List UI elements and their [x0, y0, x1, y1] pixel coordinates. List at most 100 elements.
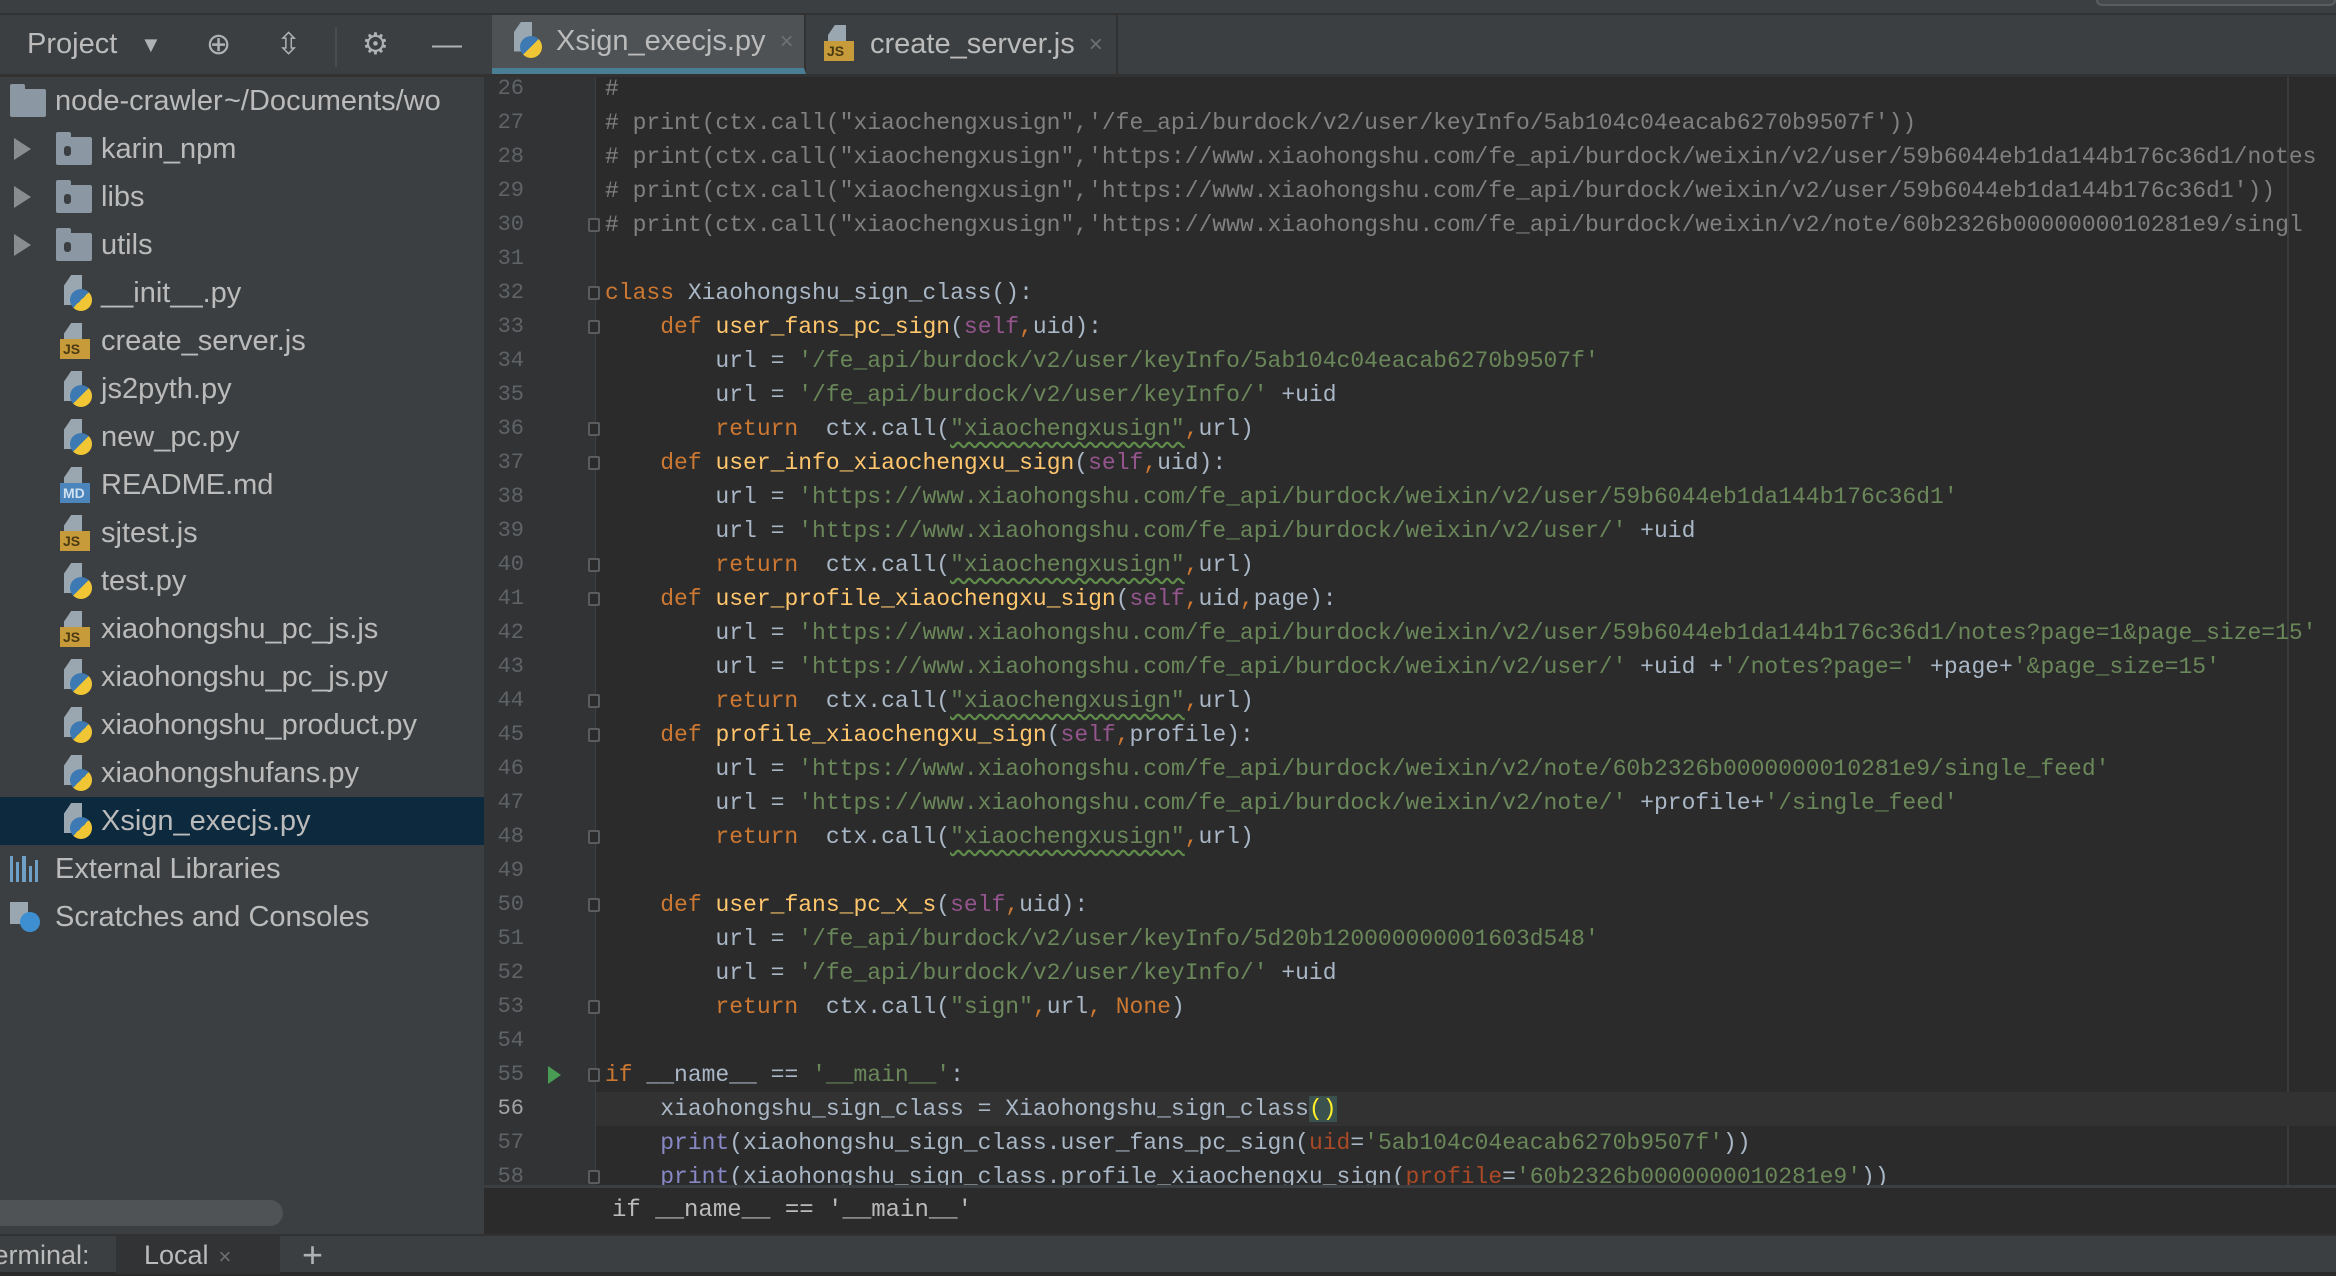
code-line[interactable]: # print(ctx.call("xiaochengxusign",'/fe_… — [605, 106, 1916, 140]
code-line[interactable]: url = '/fe_api/burdock/v2/user/keyInfo/5… — [605, 344, 1598, 378]
code-line[interactable]: def user_fans_pc_sign(self,uid): — [605, 310, 1102, 344]
code-line[interactable]: url = 'https://www.xiaohongshu.com/fe_ap… — [605, 480, 1957, 514]
close-icon[interactable]: × — [1089, 31, 1103, 59]
py-file-icon — [60, 803, 92, 839]
tab-create-server[interactable]: JS create_server.js × — [806, 15, 1118, 74]
line-number: 48 — [497, 824, 524, 849]
fold-marker-icon[interactable] — [588, 320, 600, 334]
tree-item[interactable]: xiaohongshufans.py — [0, 749, 484, 797]
horizontal-scrollbar[interactable] — [0, 1200, 283, 1226]
code-token: "xiaochengxusign" — [950, 416, 1185, 442]
tree-item[interactable]: JS xiaohongshu_pc_js.js — [0, 605, 484, 653]
code-line[interactable]: def user_fans_pc_x_s(self,uid): — [605, 888, 1088, 922]
code-line[interactable]: print(xiaohongshu_sign_class.user_fans_p… — [605, 1126, 1750, 1160]
code-token: return — [715, 552, 799, 578]
fold-marker-icon[interactable] — [588, 456, 600, 470]
code-line[interactable]: # print(ctx.call("xiaochengxusign",'http… — [605, 208, 2303, 242]
code-line[interactable]: return ctx.call("xiaochengxusign",url) — [605, 412, 1253, 446]
code-line[interactable]: # print(ctx.call("xiaochengxusign",'http… — [605, 140, 2316, 174]
fold-marker-icon[interactable] — [588, 422, 600, 436]
code-line[interactable]: def user_info_xiaochengxu_sign(self,uid)… — [605, 446, 1226, 480]
code-token: ( — [1115, 586, 1130, 612]
fold-marker-icon[interactable] — [588, 1068, 600, 1082]
code-line[interactable]: url = 'https://www.xiaohongshu.com/fe_ap… — [605, 650, 2220, 684]
code-token: profile_xiaochengxu_sign — [715, 722, 1047, 748]
close-icon[interactable]: × — [219, 1244, 232, 1269]
code-line[interactable]: url = 'https://www.xiaohongshu.com/fe_ap… — [605, 616, 2316, 650]
fold-marker-icon[interactable] — [588, 1000, 600, 1014]
tree-item[interactable]: utils — [0, 221, 484, 269]
tree-item[interactable]: test.py — [0, 557, 484, 605]
tree-item[interactable]: karin_npm — [0, 125, 484, 173]
minimize-icon[interactable]: — — [432, 29, 462, 61]
code-line[interactable]: url = '/fe_api/burdock/v2/user/keyInfo/5… — [605, 922, 1598, 956]
fold-marker-icon[interactable] — [588, 218, 600, 232]
code-line[interactable]: return ctx.call("xiaochengxusign",url) — [605, 820, 1253, 854]
terminal-tab-local[interactable]: Local × — [116, 1236, 280, 1274]
toolbar-button[interactable] — [2096, 0, 2336, 6]
tree-item[interactable]: Xsign_execjs.py — [0, 797, 484, 845]
expand-arrow-icon[interactable] — [14, 234, 31, 256]
close-icon[interactable]: × — [780, 28, 794, 56]
tree-item[interactable]: JS sjtest.js — [0, 509, 484, 557]
tree-item-label: js2pyth.py — [101, 372, 232, 405]
project-view-selector[interactable]: Project — [27, 28, 117, 61]
breadcrumb[interactable]: if __name__ == '__main__' — [484, 1185, 2336, 1234]
code-editor[interactable]: 26 #27 # print(ctx.call("xiaochengxusign",… — [484, 77, 2336, 1185]
code-line[interactable]: xiaohongshu_sign_class = Xiaohongshu_sig… — [605, 1092, 1337, 1126]
code-line[interactable]: # — [605, 77, 619, 106]
line-number: 45 — [497, 722, 524, 747]
gear-icon[interactable]: ⚙ — [362, 29, 389, 61]
fold-marker-icon[interactable] — [588, 830, 600, 844]
code-line[interactable]: url = 'https://www.xiaohongshu.com/fe_ap… — [605, 514, 1695, 548]
fold-marker-icon[interactable] — [588, 592, 600, 606]
tree-item[interactable]: External Libraries — [0, 845, 484, 893]
collapse-all-icon[interactable]: ⇳ — [276, 29, 301, 61]
code-token: , — [1143, 450, 1158, 476]
fold-marker-icon[interactable] — [588, 558, 600, 572]
fold-marker-icon[interactable] — [588, 1170, 600, 1184]
tree-item[interactable]: js2pyth.py — [0, 365, 484, 413]
tree-item[interactable]: Scratches and Consoles — [0, 893, 484, 941]
expand-arrow-icon[interactable] — [14, 138, 31, 160]
chevron-down-icon[interactable]: ▼ — [140, 29, 162, 61]
tree-item[interactable]: xiaohongshu_pc_js.py — [0, 653, 484, 701]
fold-marker-icon[interactable] — [588, 694, 600, 708]
tree-item[interactable]: new_pc.py — [0, 413, 484, 461]
code-line[interactable]: return ctx.call("sign",url, None) — [605, 990, 1184, 1024]
tree-item[interactable]: MD README.md — [0, 461, 484, 509]
tree-item[interactable]: xiaohongshu_product.py — [0, 701, 484, 749]
locate-crosshair-icon[interactable]: ⊕ — [206, 29, 231, 61]
fold-marker-icon[interactable] — [588, 728, 600, 742]
code-line[interactable]: return ctx.call("xiaochengxusign",url) — [605, 548, 1253, 582]
tree-item[interactable]: node-crawler ~/Documents/wo — [0, 77, 484, 125]
tree-item[interactable]: JS create_server.js — [0, 317, 484, 365]
code-line[interactable]: return ctx.call("xiaochengxusign",url) — [605, 684, 1253, 718]
expand-arrow-icon[interactable] — [14, 186, 31, 208]
fold-marker-icon[interactable] — [588, 286, 600, 300]
tree-item[interactable]: libs — [0, 173, 484, 221]
code-line[interactable]: url = 'https://www.xiaohongshu.com/fe_ap… — [605, 752, 2109, 786]
code-token: uid): — [1019, 892, 1089, 918]
code-line[interactable]: # print(ctx.call("xiaochengxusign",'http… — [605, 174, 2275, 208]
code-line[interactable]: print(xiaohongshu_sign_class.profile_xia… — [605, 1160, 1888, 1185]
tab-xsign-execjs[interactable]: Xsign_execjs.py × — [492, 15, 806, 74]
code-line[interactable]: def user_profile_xiaochengxu_sign(self,u… — [605, 582, 1336, 616]
code-token: uid): — [1032, 314, 1102, 340]
tree-item[interactable]: __init__.py — [0, 269, 484, 317]
code-line[interactable]: url = '/fe_api/burdock/v2/user/keyInfo/'… — [605, 956, 1336, 990]
project-tree: node-crawler ~/Documents/wo karin_npm libs… — [0, 77, 484, 1234]
folder-icon — [56, 132, 92, 165]
code-line[interactable]: if __name__ == '__main__': — [605, 1058, 964, 1092]
code-token: xiaohongshu_sign_class = Xiaohongshu_sig… — [605, 1096, 1309, 1122]
run-icon[interactable] — [548, 1066, 561, 1084]
fold-marker-icon[interactable] — [588, 898, 600, 912]
code-line[interactable]: url = 'https://www.xiaohongshu.com/fe_ap… — [605, 786, 1957, 820]
code-line[interactable]: def profile_xiaochengxu_sign(self,profil… — [605, 718, 1254, 752]
code-token: '60b2326b0000000010281e9' — [1515, 1164, 1862, 1185]
js-file-icon: JS — [60, 611, 92, 647]
new-terminal-button[interactable]: + — [302, 1234, 323, 1276]
code-line[interactable]: class Xiaohongshu_sign_class(): — [605, 276, 1033, 310]
code-line[interactable]: url = '/fe_api/burdock/v2/user/keyInfo/'… — [605, 378, 1336, 412]
